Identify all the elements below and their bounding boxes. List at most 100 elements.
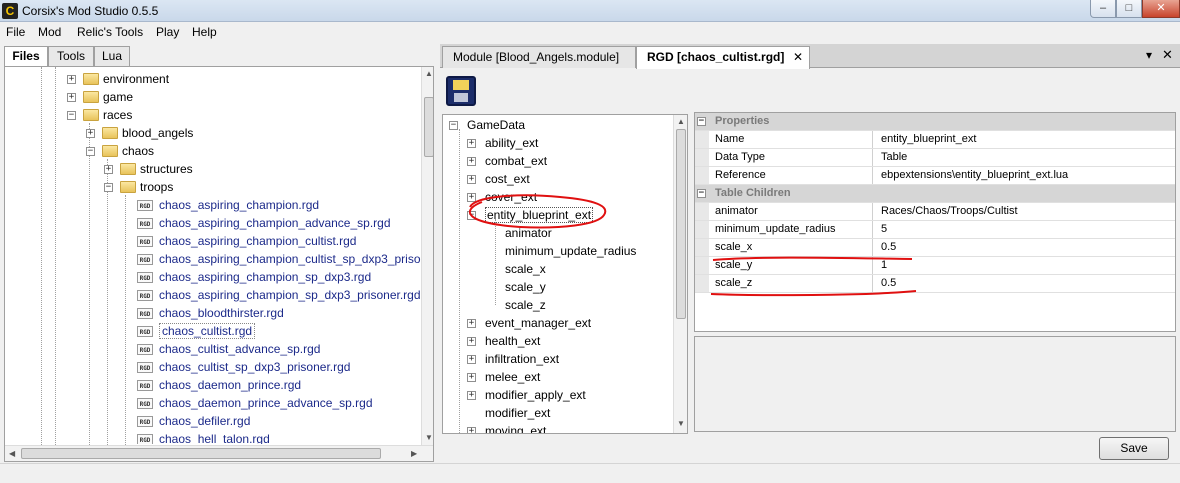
tree-file-item[interactable]: RGD chaos_bloodthirster.rgd (137, 304, 427, 322)
menu-play[interactable]: Play (156, 25, 179, 39)
rgd-node[interactable]: + cover_ext (467, 188, 667, 206)
property-row-reference[interactable]: Reference ebpextensions\entity_blueprint… (695, 167, 1175, 185)
property-row-scale-z[interactable]: scale_z 0.5 (695, 275, 1175, 293)
expand-icon[interactable]: + (467, 175, 476, 184)
rgd-node[interactable]: + cost_ext (467, 170, 667, 188)
expand-icon[interactable]: + (67, 93, 76, 102)
rgd-leaf[interactable]: scale_z (505, 296, 685, 314)
tree-file-item[interactable]: RGD chaos_defiler.rgd (137, 412, 427, 430)
horizontal-scrollbar[interactable]: ◀ ▶ (5, 445, 433, 461)
expand-icon[interactable]: + (67, 75, 76, 84)
tree-file-item[interactable]: RGD chaos_aspiring_champion_sp_dxp3.rgd (137, 268, 427, 286)
rgd-leaf[interactable]: scale_y (505, 278, 685, 296)
expand-icon[interactable]: + (467, 427, 476, 433)
tab-lua[interactable]: Lua (94, 46, 130, 66)
collapse-icon[interactable]: − (697, 189, 706, 198)
expand-icon[interactable]: + (467, 319, 476, 328)
tree-file-item[interactable]: RGD chaos_aspiring_champion.rgd (137, 196, 427, 214)
tree-file-item[interactable]: RGD chaos_aspiring_champion_cultist_sp_d… (137, 250, 427, 268)
tree-file-item[interactable]: RGD chaos_cultist_sp_dxp3_prisoner.rgd (137, 358, 427, 376)
property-row-data-type[interactable]: Data Type Table (695, 149, 1175, 167)
tab-list-dropdown-icon[interactable]: ▾ (1146, 48, 1152, 62)
collapse-icon[interactable]: − (697, 117, 706, 126)
expand-icon[interactable]: + (467, 355, 476, 364)
collapse-icon[interactable]: − (86, 147, 95, 156)
expand-icon[interactable]: + (467, 157, 476, 166)
scroll-down-icon[interactable]: ▼ (677, 419, 685, 428)
tree-item-chaos[interactable]: − chaos (84, 142, 284, 160)
tree-file-item[interactable]: RGD chaos_aspiring_champion_cultist.rgd (137, 232, 427, 250)
expand-icon[interactable]: + (467, 337, 476, 346)
property-value[interactable]: 1 (877, 257, 887, 274)
rgd-node[interactable]: + health_ext (467, 332, 667, 350)
close-button[interactable]: ✕ (1142, 0, 1180, 18)
collapse-icon[interactable]: − (67, 111, 76, 120)
menu-file[interactable]: File (6, 25, 25, 39)
rgd-node[interactable]: + moving_ext (467, 422, 667, 433)
rgd-node[interactable]: + modifier_apply_ext (467, 386, 667, 404)
save-disk-icon[interactable] (446, 76, 476, 106)
property-value[interactable]: Table (877, 149, 907, 166)
property-row-name[interactable]: Name entity_blueprint_ext (695, 131, 1175, 149)
rgd-node[interactable]: + infiltration_ext (467, 350, 667, 368)
minimize-button[interactable]: – (1090, 0, 1116, 18)
tab-files[interactable]: Files (4, 46, 48, 67)
tree-file-item-selected[interactable]: RGD chaos_cultist.rgd (137, 322, 427, 340)
close-tab-icon[interactable]: ✕ (793, 47, 803, 67)
tree-file-item[interactable]: RGD chaos_daemon_prince_advance_sp.rgd (137, 394, 427, 412)
scroll-up-icon[interactable]: ▲ (677, 117, 685, 126)
tree-file-item[interactable]: RGD chaos_aspiring_champion_sp_dxp3_pris… (137, 286, 427, 304)
property-value[interactable]: 0.5 (877, 239, 896, 256)
tree-file-item[interactable]: RGD chaos_cultist_advance_sp.rgd (137, 340, 427, 358)
rgd-node[interactable]: + melee_ext (467, 368, 667, 386)
property-row-animator[interactable]: animator Races/Chaos/Troops/Cultist (695, 203, 1175, 221)
vertical-scrollbar[interactable]: ▲ ▼ (421, 67, 433, 445)
tab-rgd[interactable]: RGD [chaos_cultist.rgd] ✕ (636, 46, 810, 69)
scroll-left-icon[interactable]: ◀ (9, 449, 15, 458)
rgd-node-gamedata[interactable]: − GameData (449, 116, 649, 134)
menu-help[interactable]: Help (192, 25, 217, 39)
rgd-leaf[interactable]: animator (505, 224, 685, 242)
tree-item-troops[interactable]: − troops (102, 178, 302, 196)
vertical-scrollbar[interactable]: ▲ ▼ (673, 115, 687, 433)
scroll-down-icon[interactable]: ▼ (425, 433, 433, 442)
rgd-node-entity-blueprint-ext[interactable]: − entity_blueprint_ext (467, 206, 667, 224)
close-document-icon[interactable]: ✕ (1162, 47, 1173, 63)
expand-icon[interactable]: + (467, 391, 476, 400)
property-row-scale-y[interactable]: scale_y 1 (695, 257, 1175, 275)
scroll-right-icon[interactable]: ▶ (411, 449, 417, 458)
tree-file-item[interactable]: RGD chaos_aspiring_champion_advance_sp.r… (137, 214, 427, 232)
scrollbar-thumb[interactable] (21, 448, 381, 459)
property-value[interactable]: ebpextensions\entity_blueprint_ext.lua (877, 167, 1068, 184)
tab-tools[interactable]: Tools (48, 46, 94, 66)
rgd-node[interactable]: + combat_ext (467, 152, 667, 170)
property-value[interactable]: 0.5 (877, 275, 896, 292)
scrollbar-thumb[interactable] (676, 129, 686, 319)
property-value[interactable]: 5 (877, 221, 887, 238)
rgd-leaf[interactable]: minimum_update_radius (505, 242, 685, 260)
expand-icon[interactable]: + (467, 139, 476, 148)
tab-module[interactable]: Module [Blood_Angels.module] (442, 46, 636, 68)
scrollbar-thumb[interactable] (424, 97, 433, 157)
property-row-minimum-update-radius[interactable]: minimum_update_radius 5 (695, 221, 1175, 239)
scroll-up-icon[interactable]: ▲ (425, 69, 433, 78)
tree-file-item[interactable]: RGD chaos_daemon_prince.rgd (137, 376, 427, 394)
expand-icon[interactable]: + (467, 193, 476, 202)
tree-item-structures[interactable]: + structures (102, 160, 302, 178)
property-value[interactable]: Races/Chaos/Troops/Cultist (877, 203, 1018, 220)
tree-item-races[interactable]: − races (65, 106, 265, 124)
tree-item-blood-angels[interactable]: + blood_angels (84, 124, 284, 142)
collapse-icon[interactable]: − (449, 121, 458, 130)
collapse-icon[interactable]: − (104, 183, 113, 192)
property-row-scale-x[interactable]: scale_x 0.5 (695, 239, 1175, 257)
save-button[interactable]: Save (1099, 437, 1169, 460)
rgd-node[interactable]: + event_manager_ext (467, 314, 667, 332)
tree-item-environment[interactable]: + environment (65, 70, 265, 88)
section-properties[interactable]: − Properties (695, 113, 1175, 131)
rgd-node[interactable]: + ability_ext (467, 134, 667, 152)
menu-mod[interactable]: Mod (38, 25, 61, 39)
tree-file-item[interactable]: RGD chaos_hell_talon.rgd (137, 430, 427, 444)
rgd-node[interactable]: modifier_ext (467, 404, 667, 422)
expand-icon[interactable]: + (467, 373, 476, 382)
rgd-leaf[interactable]: scale_x (505, 260, 685, 278)
